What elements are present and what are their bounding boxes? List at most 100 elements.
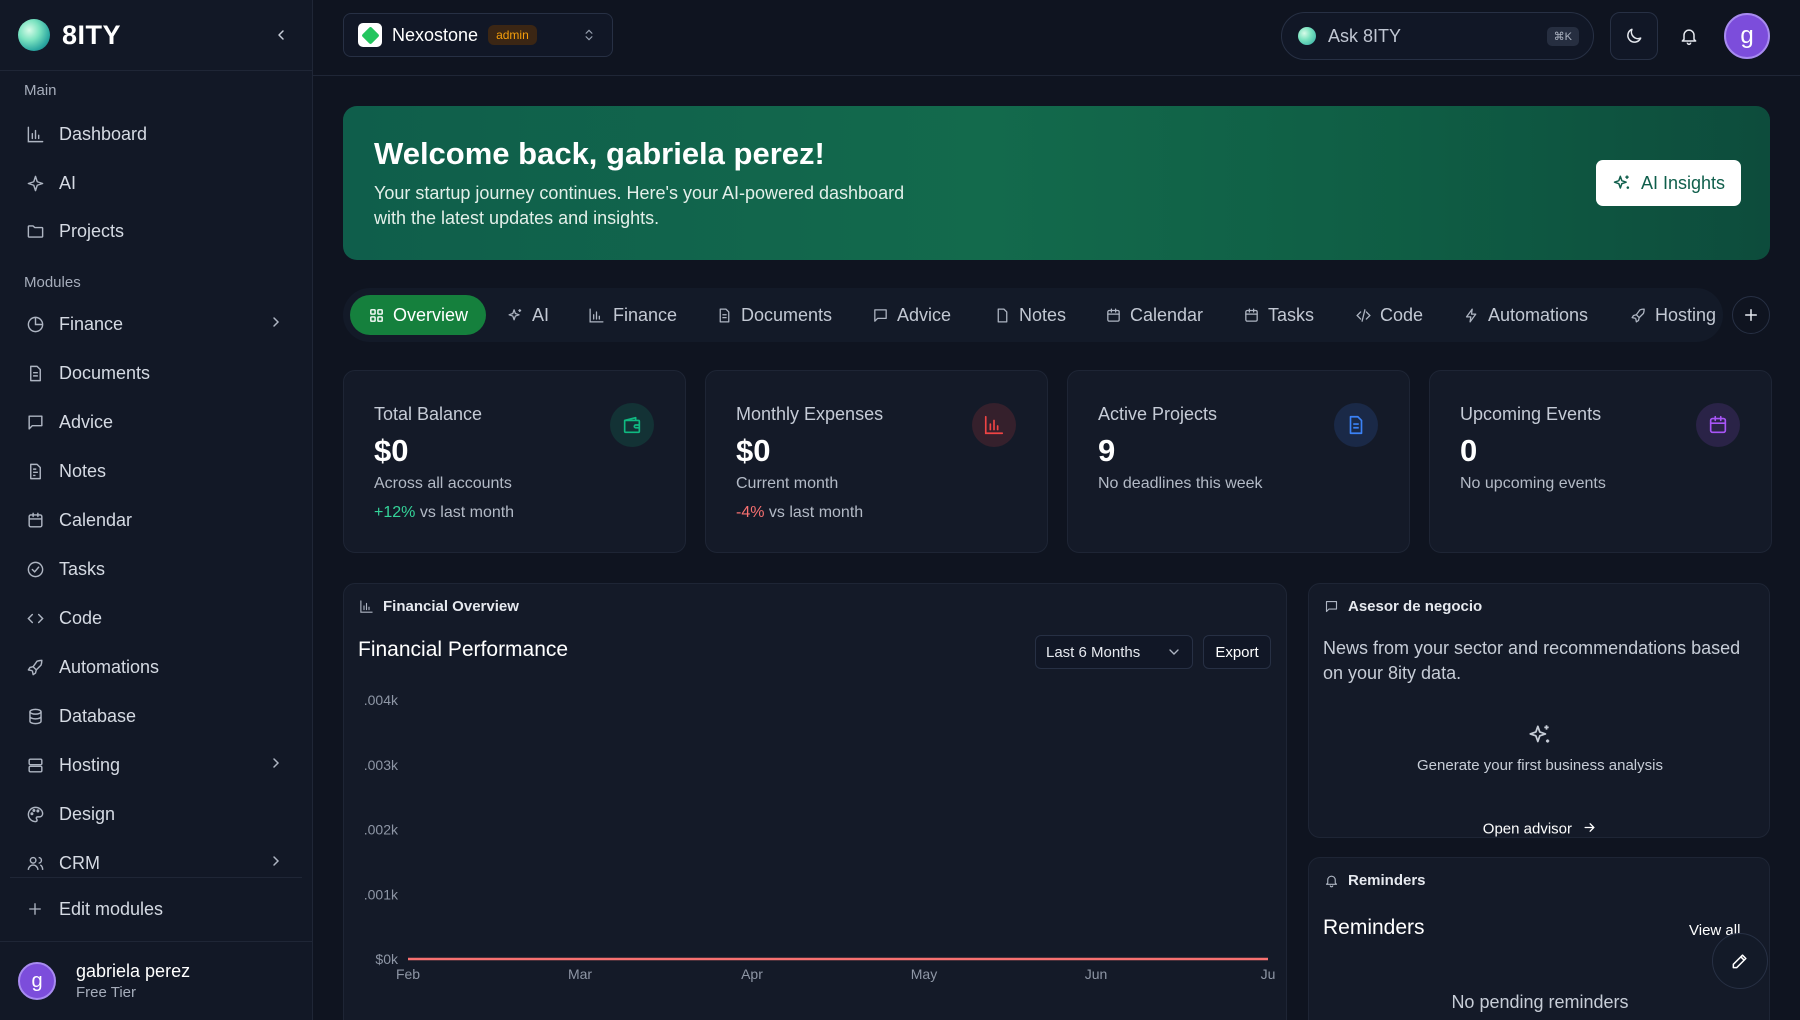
sidebar-item-label: Hosting [59, 754, 121, 775]
tab-label: Advice [897, 304, 952, 325]
brand-name: 8ITY [62, 19, 122, 50]
stat-card-total-balance[interactable]: Total Balance $0 Across all accounts +12… [343, 370, 686, 553]
stat-trend: +12% vs last month [374, 504, 514, 522]
bell-icon [1681, 29, 1697, 46]
sidebar-item-design[interactable]: Design [0, 793, 300, 835]
sidebar-item-projects[interactable]: Projects [0, 210, 300, 252]
folder-icon [24, 220, 46, 242]
panel-header-label: Reminders [1348, 872, 1426, 889]
bar-chart-icon [972, 403, 1016, 447]
tab-automations[interactable]: Automations [1463, 295, 1588, 335]
bell-icon [1324, 873, 1339, 888]
export-button[interactable]: Export [1203, 635, 1271, 669]
sidebar-item-hosting[interactable]: Hosting [0, 744, 300, 786]
chevron-right-icon[interactable] [268, 755, 284, 776]
notes-icon [24, 460, 46, 482]
chevron-right-icon[interactable] [268, 853, 284, 874]
quick-edit-button[interactable] [1712, 933, 1768, 989]
sidebar-item-label: Tasks [59, 558, 106, 579]
trend-value: +12% [374, 504, 416, 521]
brand[interactable]: 8ITY [0, 0, 312, 71]
tab-label: Overview [393, 304, 469, 325]
ai-insights-label: AI Insights [1640, 172, 1726, 193]
trend-label: vs last month [764, 504, 864, 521]
stat-subtitle: Across all accounts [374, 475, 512, 492]
palette-icon [24, 803, 46, 825]
tab-calendar[interactable]: Calendar [1105, 295, 1203, 335]
open-advisor-label: Open advisor [1482, 820, 1573, 838]
sidebar-divider [10, 877, 302, 878]
x-tick-label: Feb [396, 966, 420, 982]
arrow-right-icon [1582, 820, 1597, 837]
tab-ai[interactable]: AI [507, 295, 549, 335]
ai-insights-button[interactable]: AI Insights [1596, 160, 1741, 206]
sidebar-item-advice[interactable]: Advice [0, 401, 300, 443]
tab-notes[interactable]: Notes [994, 295, 1066, 335]
workspace-switcher[interactable]: Nexostone admin [343, 13, 613, 57]
message-icon [872, 307, 889, 324]
welcome-banner: Welcome back, gabriela perez! Your start… [343, 106, 1770, 260]
tab-advice[interactable]: Advice [872, 295, 951, 335]
chevron-down-icon [1166, 644, 1182, 660]
ask-ai-input[interactable]: Ask 8ITY ⌘K [1281, 12, 1594, 60]
theme-toggle-button[interactable] [1610, 12, 1658, 60]
sidebar-item-database[interactable]: Database [0, 695, 300, 737]
plus-icon [24, 898, 46, 920]
stat-card-upcoming-events[interactable]: Upcoming Events 0 No upcoming events [1429, 370, 1772, 553]
sidebar-item-documents[interactable]: Documents [0, 352, 300, 394]
ask-ai-label: Ask 8ITY [1328, 25, 1402, 46]
open-advisor-link[interactable]: Open advisor [1309, 820, 1769, 838]
tab-hosting[interactable]: Hosting [1630, 295, 1716, 335]
x-tick-label: May [911, 966, 937, 982]
trend-value: -4% [736, 504, 765, 521]
tab-tasks[interactable]: Tasks [1243, 295, 1314, 335]
add-tab-button[interactable] [1732, 296, 1770, 334]
pie-chart-icon [24, 313, 46, 335]
stat-value: 9 [1098, 433, 1116, 468]
chevron-right-icon[interactable] [268, 314, 284, 335]
y-tick-label: .001k [364, 886, 399, 902]
sidebar-item-ai[interactable]: AI [0, 162, 300, 204]
user-avatar-button[interactable]: g [1724, 13, 1770, 59]
chevron-left-icon [278, 30, 284, 40]
user-profile[interactable]: g gabriela perez Free Tier [0, 941, 313, 1020]
sidebar-item-calendar[interactable]: Calendar [0, 499, 300, 541]
tab-label: Calendar [1130, 304, 1204, 325]
workspace-logo [358, 23, 382, 47]
tab-overview[interactable]: Overview [350, 295, 487, 335]
edit-modules-button[interactable]: Edit modules [0, 888, 300, 930]
sidebar-item-finance[interactable]: Finance [0, 303, 300, 345]
sidebar-item-automations[interactable]: Automations [0, 646, 300, 688]
sidebar-item-code[interactable]: Code [0, 597, 300, 639]
stat-card-monthly-expenses[interactable]: Monthly Expenses $0 Current month -4% vs… [705, 370, 1048, 553]
sidebar-item-notes[interactable]: Notes [0, 450, 300, 492]
tab-label: Notes [1019, 304, 1067, 325]
rocket-icon [1630, 307, 1647, 324]
tab-code[interactable]: Code [1355, 295, 1423, 335]
stat-title: Total Balance [374, 404, 483, 424]
stat-card-active-projects[interactable]: Active Projects 9 No deadlines this week [1067, 370, 1410, 553]
shortcut-hint: ⌘K [1546, 26, 1579, 46]
panel-header: Reminders [1324, 872, 1426, 889]
tab-label: AI [532, 304, 550, 325]
sidebar-item-dashboard[interactable]: Dashboard [0, 113, 300, 155]
document-icon [1334, 403, 1378, 447]
database-icon [24, 705, 46, 727]
range-select[interactable]: Last 6 Months [1035, 635, 1193, 669]
reminders-title: Reminders [1323, 916, 1425, 939]
y-tick-label: .004k [364, 692, 399, 708]
sidebar-item-label: Database [59, 705, 137, 726]
sidebar-item-tasks[interactable]: Tasks [0, 548, 300, 590]
bar-chart-icon [359, 599, 374, 614]
welcome-title: Welcome back, gabriela perez! [374, 136, 825, 171]
tab-documents[interactable]: Documents [716, 295, 832, 335]
avatar: g [18, 962, 56, 1000]
notifications-button[interactable] [1665, 12, 1713, 60]
generate-analysis-button[interactable]: Generate your first business analysis [1309, 757, 1769, 774]
collapse-sidebar-button[interactable] [268, 22, 294, 48]
tab-label: Tasks [1268, 304, 1315, 325]
tab-finance[interactable]: Finance [588, 295, 677, 335]
panel-header: Financial Overview [359, 598, 519, 615]
tab-label: Automations [1488, 304, 1589, 325]
tab-label: Finance [613, 304, 678, 325]
